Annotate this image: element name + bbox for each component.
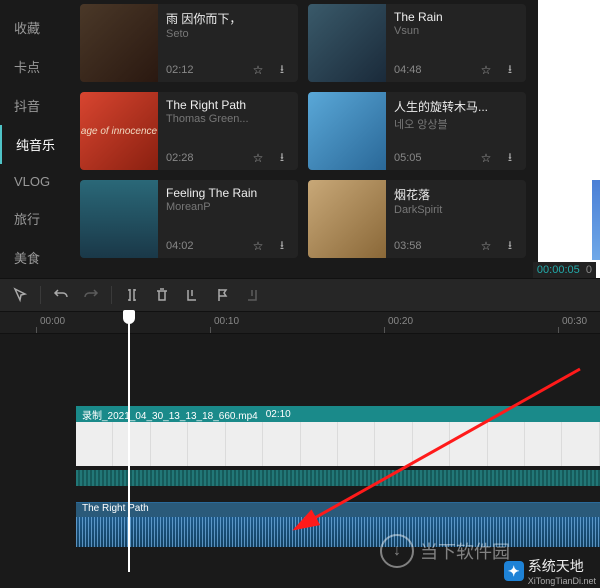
delete-icon[interactable] <box>148 281 176 309</box>
music-title: 人生的旋转木马... <box>394 98 518 115</box>
music-card[interactable]: 烟花落 DarkSpirit 03:58 ☆ ⭳ <box>308 180 526 258</box>
sidebar-item-favorites[interactable]: 收藏 <box>0 8 70 47</box>
category-sidebar: 收藏 卡点 抖音 纯音乐 VLOG 旅行 美食 <box>0 0 70 278</box>
favorite-icon[interactable]: ☆ <box>250 62 266 78</box>
ruler-tick: 00:10 <box>210 312 239 333</box>
video-clip[interactable] <box>76 422 600 466</box>
music-duration: 02:28 <box>166 152 242 164</box>
favorite-icon[interactable]: ☆ <box>478 150 494 166</box>
favorite-icon[interactable]: ☆ <box>478 238 494 254</box>
music-title: Feeling The Rain <box>166 186 290 200</box>
music-artist: Seto <box>166 28 290 40</box>
download-icon[interactable]: ⭳ <box>502 238 518 254</box>
redo-icon[interactable] <box>77 281 105 309</box>
music-card[interactable]: age of innocence The Right Path Thomas G… <box>80 92 298 170</box>
favorite-icon[interactable]: ☆ <box>250 238 266 254</box>
crop-end-icon[interactable] <box>238 281 266 309</box>
sidebar-item-pure-music[interactable]: 纯音乐 <box>0 125 70 164</box>
flag-icon[interactable] <box>208 281 236 309</box>
music-thumbnail <box>308 4 386 82</box>
music-duration: 04:48 <box>394 64 470 76</box>
sidebar-item-travel[interactable]: 旅行 <box>0 199 70 238</box>
download-icon[interactable]: ⭳ <box>502 62 518 78</box>
music-title: The Right Path <box>166 98 290 112</box>
music-artist: 네오 앙상블 <box>394 116 518 132</box>
playhead[interactable] <box>128 312 130 572</box>
audio-waveform <box>76 517 600 547</box>
ruler-tick: 00:00 <box>36 312 65 333</box>
favorite-icon[interactable]: ☆ <box>478 62 494 78</box>
sidebar-item-vlog[interactable]: VLOG <box>0 164 70 199</box>
music-thumbnail <box>308 180 386 258</box>
music-artist: Vsun <box>394 25 518 37</box>
timeline-area[interactable]: 录制_2021_04_30_13_13_18_660.mp4 02:10 The… <box>0 334 600 588</box>
timeline-toolbar <box>0 278 600 312</box>
undo-icon[interactable] <box>47 281 75 309</box>
music-title: The Rain <box>394 10 518 24</box>
preview-timecode: 00:00:05 0 <box>533 262 596 278</box>
music-card[interactable]: The Rain Vsun 04:48 ☆ ⭳ <box>308 4 526 82</box>
favorite-icon[interactable]: ☆ <box>250 150 266 166</box>
music-card[interactable]: 人生的旋转木马... 네오 앙상블 05:05 ☆ ⭳ <box>308 92 526 170</box>
music-artist: DarkSpirit <box>394 204 518 216</box>
sidebar-item-douyin[interactable]: 抖音 <box>0 86 70 125</box>
download-icon[interactable]: ⭳ <box>502 150 518 166</box>
music-artist: MoreanP <box>166 201 290 213</box>
download-icon[interactable]: ⭳ <box>274 238 290 254</box>
music-library: 雨 因你而下， Seto 02:12 ☆ ⭳ The Rain Vsun 04:… <box>70 0 538 278</box>
split-icon[interactable] <box>118 281 146 309</box>
music-duration: 05:05 <box>394 152 470 164</box>
ruler-tick: 00:20 <box>384 312 413 333</box>
time-ruler[interactable]: 00:00 00:10 00:20 00:30 <box>0 312 600 334</box>
music-title: 烟花落 <box>394 186 518 203</box>
audio-clip[interactable]: The Right Path <box>76 502 600 547</box>
download-icon[interactable]: ⭳ <box>274 150 290 166</box>
music-title: 雨 因你而下， <box>166 10 290 27</box>
music-card[interactable]: 雨 因你而下， Seto 02:12 ☆ ⭳ <box>80 4 298 82</box>
ruler-tick: 00:30 <box>558 312 587 333</box>
sidebar-item-cardpoint[interactable]: 卡点 <box>0 47 70 86</box>
crop-start-icon[interactable] <box>178 281 206 309</box>
music-thumbnail <box>308 92 386 170</box>
preview-scrollbar[interactable] <box>592 180 600 260</box>
playhead-handle[interactable] <box>123 310 135 324</box>
music-card[interactable]: Feeling The Rain MoreanP 04:02 ☆ ⭳ <box>80 180 298 258</box>
watermark-xitong: ✦ 系统天地 XiTongTianDi.net <box>504 556 596 586</box>
download-icon[interactable]: ⭳ <box>274 62 290 78</box>
clip-filename: 录制_2021_04_30_13_13_18_660.mp4 <box>82 407 258 422</box>
music-duration: 04:02 <box>166 240 242 252</box>
clip-duration: 02:10 <box>266 409 291 420</box>
music-thumbnail <box>80 180 158 258</box>
sidebar-item-food[interactable]: 美食 <box>0 238 70 277</box>
top-panel: 收藏 卡点 抖音 纯音乐 VLOG 旅行 美食 雨 因你而下， Seto 02:… <box>0 0 600 278</box>
cursor-tool-icon[interactable] <box>6 281 34 309</box>
audio-clip-title: The Right Path <box>76 503 600 517</box>
music-artist: Thomas Green... <box>166 113 290 125</box>
video-clip-header[interactable]: 录制_2021_04_30_13_13_18_660.mp4 02:10 <box>76 406 600 422</box>
music-duration: 03:58 <box>394 240 470 252</box>
music-thumbnail: age of innocence <box>80 92 158 170</box>
preview-panel: 00:00:05 0 <box>538 0 600 278</box>
video-audio-waveform[interactable] <box>76 470 600 486</box>
music-duration: 02:12 <box>166 64 242 76</box>
music-thumbnail <box>80 4 158 82</box>
